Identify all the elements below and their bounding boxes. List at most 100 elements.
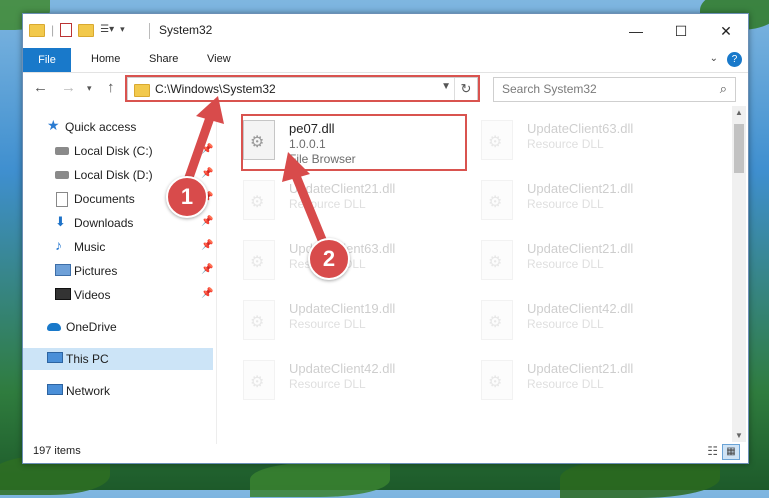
sidebar-item-pictures[interactable]: Pictures 📌 — [23, 260, 213, 282]
tab-share[interactable]: Share — [149, 53, 178, 65]
vertical-scrollbar[interactable]: ▲ ▼ — [732, 106, 746, 442]
file-description: Resource DLL — [527, 257, 604, 271]
address-bar[interactable]: C:\Windows\System32 ▼ ↻ — [127, 77, 478, 102]
file-tile[interactable]: ⚙ UpdateClient21.dll Resource DLL — [461, 352, 691, 408]
file-list: ⚙ pe07.dll 1.0.0.1 File Browser ⚙ Update… — [223, 106, 731, 441]
sidebar-item-label: Documents — [74, 192, 135, 206]
refresh-icon[interactable]: ↻ — [454, 78, 477, 101]
dll-file-icon: ⚙ — [243, 180, 275, 220]
background-leaf — [560, 458, 720, 498]
dll-file-icon: ⚙ — [481, 240, 513, 280]
tab-file[interactable]: File — [23, 48, 71, 72]
back-arrow-icon[interactable]: ← — [33, 79, 48, 96]
navigation-bar: ← → ▾ ↑ C:\Windows\System32 ▼ ↻ Search S… — [23, 74, 748, 104]
sidebar-item-videos[interactable]: Videos 📌 — [23, 284, 213, 306]
documents-icon — [56, 192, 68, 207]
scroll-down-icon[interactable]: ▼ — [732, 431, 746, 440]
sidebar-item-label: Videos — [74, 288, 111, 302]
customize-toolbar-icon[interactable]: ☰▾ — [100, 24, 114, 35]
sidebar-item-label: Local Disk (D:) — [74, 168, 153, 182]
file-description: Resource DLL — [527, 317, 604, 331]
pin-icon[interactable]: 📌 — [201, 216, 213, 227]
sidebar-item-onedrive[interactable]: OneDrive — [23, 316, 213, 338]
star-icon: ★ — [47, 117, 60, 133]
pin-icon[interactable]: 📌 — [201, 144, 213, 155]
separator: | — [51, 22, 55, 37]
tiles-view-icon[interactable]: ▦ — [722, 444, 740, 460]
file-description: Resource DLL — [289, 197, 366, 211]
window-title: System32 — [159, 23, 213, 37]
file-name: UpdateClient19.dll — [289, 301, 396, 316]
details-view-icon[interactable]: ☷ — [707, 444, 718, 458]
expand-ribbon-icon[interactable]: ⌄ — [710, 53, 718, 64]
folder-icon — [134, 84, 150, 97]
gear-icon: ⚙ — [250, 194, 265, 211]
onedrive-icon — [47, 323, 61, 331]
drive-icon — [55, 171, 69, 179]
recent-locations-icon[interactable]: ▾ — [87, 83, 92, 94]
pin-icon[interactable]: 📌 — [201, 240, 213, 251]
dll-file-icon: ⚙ — [243, 240, 275, 280]
maximize-button[interactable]: ☐ — [666, 20, 696, 42]
sidebar-item-label: Music — [74, 240, 106, 254]
pictures-icon — [55, 264, 71, 276]
file-tile[interactable]: ⚙ UpdateClient42.dll Resource DLL — [223, 352, 453, 408]
sidebar-item-quick-access[interactable]: ★ Quick access — [23, 116, 213, 138]
download-icon: ⬇ — [55, 214, 66, 229]
file-version: 1.0.0.1 — [289, 137, 326, 151]
help-icon[interactable]: ? — [727, 52, 742, 67]
properties-icon[interactable] — [60, 22, 73, 37]
tab-home[interactable]: Home — [91, 53, 120, 65]
sidebar-item-this-pc[interactable]: This PC — [23, 348, 213, 370]
title-bar: | ☰▾ ▾ System32 — ☐ ✕ — [23, 14, 748, 48]
file-name: UpdateClient42.dll — [289, 361, 396, 376]
pin-icon[interactable]: 📌 — [201, 264, 213, 275]
sidebar-item-label: Local Disk (C:) — [74, 144, 153, 158]
gear-icon: ⚙ — [250, 254, 265, 271]
chevron-down-icon[interactable]: ▾ — [120, 24, 125, 35]
explorer-window: | ☰▾ ▾ System32 — ☐ ✕ File Home Share Vi… — [22, 13, 749, 464]
sidebar-item-music[interactable]: ♪ Music 📌 — [23, 236, 213, 258]
search-input[interactable]: Search System32 ⌕ — [493, 77, 736, 102]
sidebar-item-local-disk-c[interactable]: Local Disk (C:) 📌 — [23, 140, 213, 162]
gear-icon: ⚙ — [250, 374, 265, 391]
file-tile[interactable]: ⚙ UpdateClient21.dll Resource DLL — [461, 172, 691, 228]
status-bar: 197 items ☷ ▦ — [23, 442, 748, 462]
navigation-pane: ★ Quick access Local Disk (C:) 📌 Local D… — [23, 114, 213, 434]
dll-file-icon: ⚙ — [243, 120, 275, 160]
close-button[interactable]: ✕ — [711, 20, 741, 42]
file-name: pe07.dll — [289, 121, 335, 136]
new-folder-icon[interactable] — [78, 24, 95, 37]
gear-icon: ⚙ — [488, 194, 503, 211]
pane-divider[interactable] — [216, 104, 217, 444]
dll-file-icon: ⚙ — [481, 180, 513, 220]
computer-icon — [47, 352, 63, 363]
file-tile-pe07[interactable]: ⚙ pe07.dll 1.0.0.1 File Browser — [223, 112, 453, 168]
file-tile[interactable]: ⚙ UpdateClient42.dll Resource DLL — [461, 292, 691, 348]
file-tile[interactable]: ⚙ UpdateClient19.dll Resource DLL — [223, 292, 453, 348]
chevron-down-icon[interactable]: ▼ — [441, 81, 451, 92]
network-icon — [47, 384, 63, 395]
sidebar-item-label: This PC — [66, 352, 109, 366]
sidebar-item-label: OneDrive — [66, 320, 117, 334]
up-arrow-icon[interactable]: ↑ — [107, 79, 115, 96]
tab-view[interactable]: View — [207, 53, 231, 65]
pin-icon[interactable]: 📌 — [201, 288, 213, 299]
file-description: Resource DLL — [527, 377, 604, 391]
pin-icon[interactable]: 📌 — [201, 168, 213, 179]
search-icon: ⌕ — [719, 81, 727, 96]
gear-icon: ⚙ — [488, 374, 503, 391]
minimize-button[interactable]: — — [621, 20, 651, 42]
step-badge-1: 1 — [166, 176, 208, 218]
sidebar-item-network[interactable]: Network — [23, 380, 213, 402]
scroll-up-icon[interactable]: ▲ — [732, 108, 746, 117]
scrollbar-thumb[interactable] — [734, 124, 744, 173]
file-tile[interactable]: ⚙ UpdateClient21.dll Resource DLL — [461, 232, 691, 288]
forward-arrow-icon[interactable]: → — [61, 79, 76, 96]
file-name: UpdateClient21.dll — [527, 241, 634, 256]
file-description: Resource DLL — [289, 317, 366, 331]
dll-file-icon: ⚙ — [243, 360, 275, 400]
file-tile[interactable]: ⚙ UpdateClient21.dll Resource DLL — [223, 172, 453, 228]
sidebar-item-label: Pictures — [74, 264, 118, 278]
file-tile[interactable]: ⚙ UpdateClient63.dll Resource DLL — [461, 112, 691, 168]
